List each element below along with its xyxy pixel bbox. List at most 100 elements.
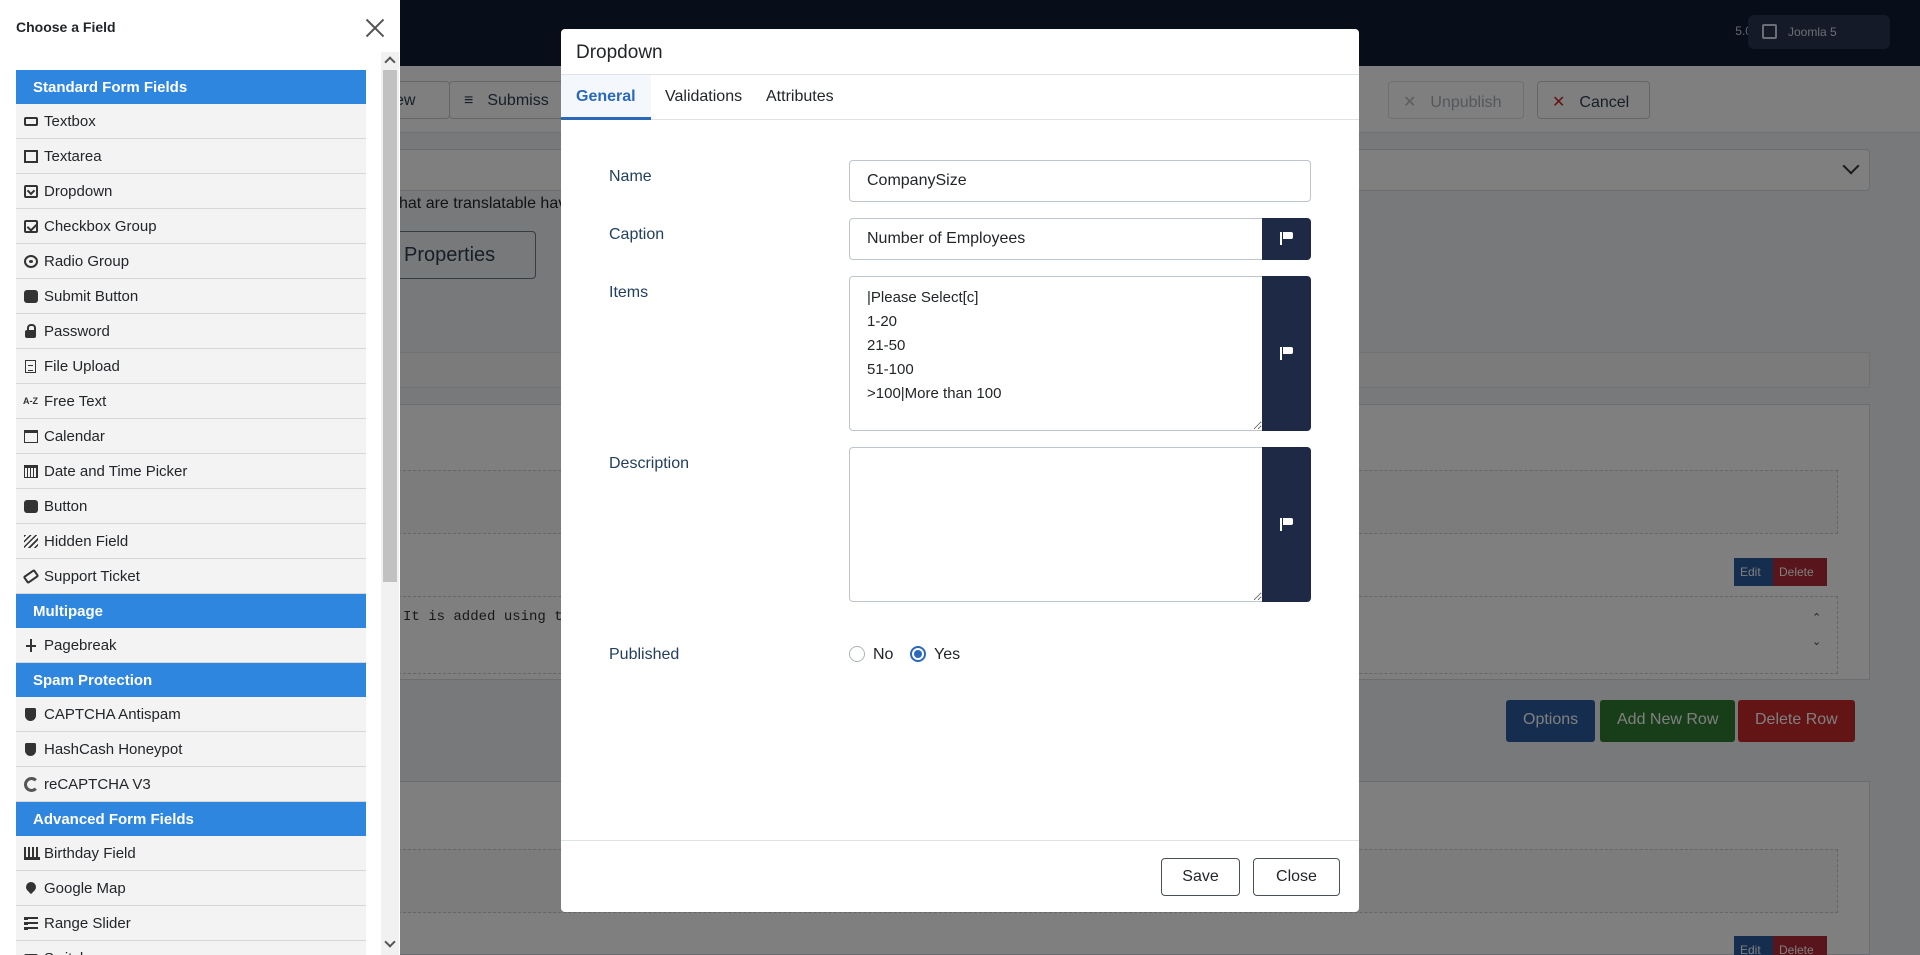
field-item-support-ticket[interactable]: Support Ticket bbox=[16, 559, 366, 594]
field-item-captcha-antispam[interactable]: CAPTCHA Antispam bbox=[16, 697, 366, 732]
published-no-radio[interactable] bbox=[849, 646, 865, 662]
description-textarea[interactable] bbox=[849, 447, 1263, 602]
az-icon: A-Z bbox=[23, 396, 38, 406]
field-item-free-text[interactable]: A-Z Free Text bbox=[16, 384, 366, 419]
published-label: Published bbox=[609, 646, 680, 663]
ticket-icon bbox=[22, 568, 40, 585]
lock-icon bbox=[25, 324, 36, 338]
field-list: Standard Form Fields Textbox Textarea Dropd… bbox=[16, 70, 366, 955]
field-item-label: CAPTCHA Antispam bbox=[44, 706, 181, 723]
caption-translate-button[interactable] bbox=[1262, 218, 1311, 260]
square-icon bbox=[24, 290, 38, 303]
field-item-label: Free Text bbox=[44, 393, 107, 410]
scroll-down-icon[interactable] bbox=[384, 936, 396, 948]
field-item-label: Button bbox=[44, 498, 88, 515]
items-translate-button[interactable] bbox=[1262, 276, 1311, 431]
field-item-checkbox-group[interactable]: Checkbox Group bbox=[16, 209, 366, 244]
radio-icon bbox=[24, 255, 38, 268]
file-icon bbox=[25, 360, 36, 373]
field-item-switch[interactable]: Switch bbox=[16, 941, 366, 955]
field-item-label: reCAPTCHA V3 bbox=[44, 776, 151, 793]
square-icon bbox=[24, 500, 38, 513]
caption-input[interactable] bbox=[849, 218, 1263, 260]
tab-validations[interactable]: Validations bbox=[650, 75, 757, 120]
modal-title: Dropdown bbox=[576, 42, 663, 63]
field-item-label: Textarea bbox=[44, 148, 102, 165]
description-label: Description bbox=[609, 455, 690, 472]
field-item-label: Password bbox=[44, 323, 110, 340]
field-item-submit-button[interactable]: Submit Button bbox=[16, 279, 366, 314]
birthday-icon bbox=[24, 847, 40, 860]
field-item-password[interactable]: Password bbox=[16, 314, 366, 349]
close-chooser-button[interactable] bbox=[363, 16, 387, 40]
field-item-label: Calendar bbox=[44, 428, 105, 445]
items-textarea[interactable]: |Please Select[c] 1-20 21-50 51-100 >100… bbox=[849, 276, 1263, 431]
textbox-icon bbox=[24, 117, 38, 126]
field-item-label: Google Map bbox=[44, 880, 126, 897]
published-yes-label[interactable]: Yes bbox=[934, 646, 960, 664]
field-item-label: Birthday Field bbox=[44, 845, 136, 862]
textarea-icon bbox=[24, 150, 38, 163]
name-input[interactable] bbox=[849, 160, 1311, 202]
field-item-birthday-field[interactable]: Birthday Field bbox=[16, 836, 366, 871]
field-group-header: Advanced Form Fields bbox=[16, 802, 366, 836]
published-no-label[interactable]: No bbox=[873, 646, 893, 664]
field-item-button[interactable]: Button bbox=[16, 489, 366, 524]
field-item-textarea[interactable]: Textarea bbox=[16, 139, 366, 174]
field-item-label: Range Slider bbox=[44, 915, 131, 932]
hidden-icon bbox=[24, 535, 38, 548]
slider-icon bbox=[24, 917, 38, 930]
published-yes-radio[interactable] bbox=[910, 646, 926, 662]
field-item-dropdown[interactable]: Dropdown bbox=[16, 174, 366, 209]
field-group-header: Standard Form Fields bbox=[16, 70, 366, 104]
field-group-header: Multipage bbox=[16, 594, 366, 628]
field-item-label: Support Ticket bbox=[44, 568, 140, 585]
field-item-label: Submit Button bbox=[44, 288, 139, 305]
field-item-label: HashCash Honeypot bbox=[44, 741, 183, 758]
calendar-grid-icon bbox=[24, 465, 38, 478]
field-item-pagebreak[interactable]: Pagebreak bbox=[16, 628, 366, 663]
calendar-icon bbox=[24, 430, 38, 443]
caption-label: Caption bbox=[609, 226, 665, 243]
close-button[interactable]: Close bbox=[1253, 858, 1340, 896]
scroll-up-icon[interactable] bbox=[384, 56, 396, 68]
field-item-label: Checkbox Group bbox=[44, 218, 157, 235]
field-item-label: Hidden Field bbox=[44, 533, 129, 550]
scroll-thumb[interactable] bbox=[383, 70, 397, 582]
shield-icon bbox=[25, 743, 36, 756]
map-pin-icon bbox=[23, 879, 39, 895]
field-item-label: Dropdown bbox=[44, 183, 113, 200]
field-item-calendar[interactable]: Calendar bbox=[16, 419, 366, 454]
tab-attributes[interactable]: Attributes bbox=[751, 75, 849, 120]
field-group-header: Spam Protection bbox=[16, 663, 366, 697]
field-item-textbox[interactable]: Textbox bbox=[16, 104, 366, 139]
modal-tabs: General Validations Attributes bbox=[561, 74, 1359, 120]
field-item-hidden-field[interactable]: Hidden Field bbox=[16, 524, 366, 559]
name-label: Name bbox=[609, 168, 652, 185]
recaptcha-icon bbox=[24, 777, 39, 792]
field-item-recaptcha-v3[interactable]: reCAPTCHA V3 bbox=[16, 767, 366, 802]
checkbox-icon bbox=[24, 220, 38, 233]
field-item-date-and-time-picker[interactable]: Date and Time Picker bbox=[16, 454, 366, 489]
description-translate-button[interactable] bbox=[1262, 447, 1311, 602]
field-item-label: Radio Group bbox=[44, 253, 130, 270]
field-item-range-slider[interactable]: Range Slider bbox=[16, 906, 366, 941]
field-item-label: File Upload bbox=[44, 358, 120, 375]
flag-icon bbox=[1280, 232, 1294, 245]
field-item-google-map[interactable]: Google Map bbox=[16, 871, 366, 906]
flag-icon bbox=[1280, 518, 1294, 531]
chooser-title: Choose a Field bbox=[16, 19, 116, 35]
field-item-label: Switch bbox=[44, 950, 88, 955]
field-item-label: Pagebreak bbox=[44, 637, 117, 654]
dropdown-modal: Dropdown General Validations Attributes … bbox=[561, 29, 1359, 912]
tab-general[interactable]: General bbox=[561, 75, 651, 120]
shield-icon bbox=[25, 708, 36, 721]
flag-icon bbox=[1280, 347, 1294, 360]
dropdown-icon bbox=[24, 185, 38, 198]
field-item-file-upload[interactable]: File Upload bbox=[16, 349, 366, 384]
field-item-hashcash-honeypot[interactable]: HashCash Honeypot bbox=[16, 732, 366, 767]
save-button[interactable]: Save bbox=[1161, 858, 1240, 896]
chooser-scrollbar[interactable] bbox=[381, 52, 399, 955]
field-item-radio-group[interactable]: Radio Group bbox=[16, 244, 366, 279]
field-item-label: Date and Time Picker bbox=[44, 463, 188, 480]
